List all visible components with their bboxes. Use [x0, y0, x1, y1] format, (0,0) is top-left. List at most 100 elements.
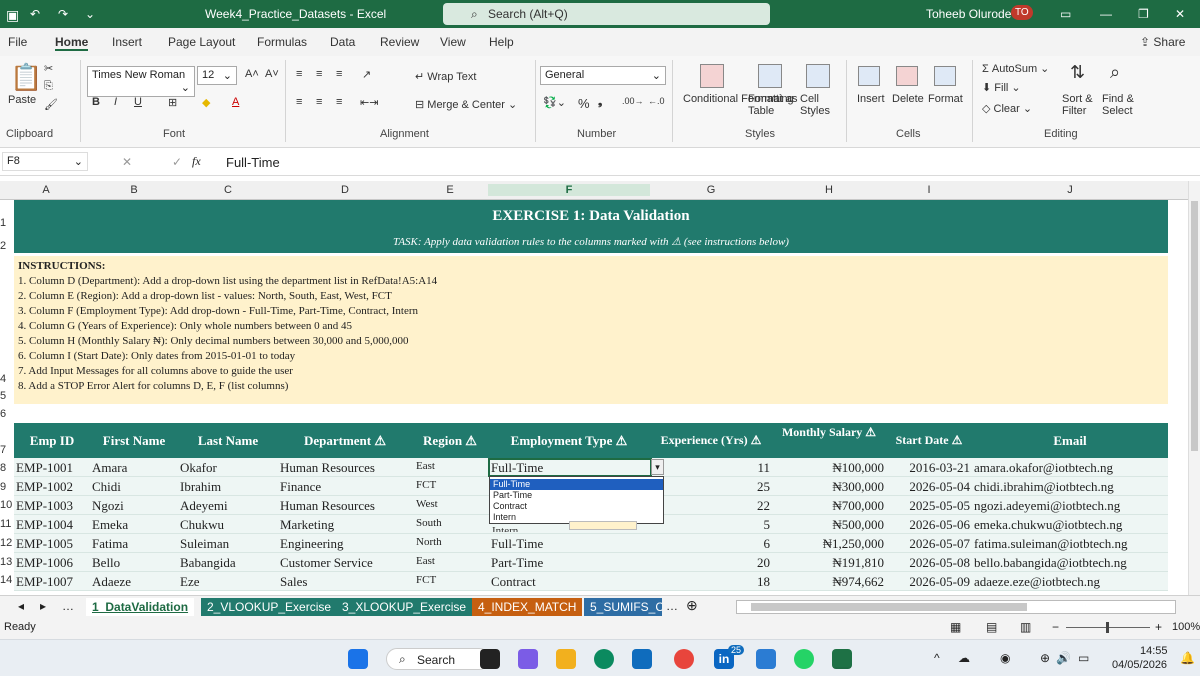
row-header-9[interactable]: 9: [0, 481, 12, 493]
name-box[interactable]: F8 ⌄: [2, 152, 88, 171]
cell-start-date[interactable]: 2016-03-21: [886, 460, 970, 476]
chrome-icon[interactable]: [674, 649, 694, 669]
align-top-icon[interactable]: ≡: [296, 68, 302, 80]
col-header-h[interactable]: H: [772, 184, 886, 196]
italic-button[interactable]: I: [114, 96, 117, 108]
header-monthly-salary[interactable]: Monthly Salary ⚠: [772, 423, 886, 458]
cell-first-name[interactable]: Fatima: [92, 536, 178, 552]
cell-email[interactable]: ngozi.adeyemi@iotbtech.ng: [974, 498, 1168, 514]
decrease-decimal-icon[interactable]: ←.0: [648, 96, 665, 106]
cell-start-date[interactable]: 2026-05-04: [886, 479, 970, 495]
cell-experience[interactable]: 25: [650, 479, 770, 495]
cell-first-name[interactable]: Chidi: [92, 479, 178, 495]
clock-date[interactable]: 04/05/2026: [1112, 659, 1167, 671]
tab-home[interactable]: Home: [55, 35, 89, 51]
font-color-icon[interactable]: A: [232, 96, 239, 108]
row-header-1[interactable]: 1: [0, 217, 12, 229]
col-header-b[interactable]: B: [90, 184, 178, 196]
cancel-icon[interactable]: ✕: [122, 155, 132, 169]
tab-help[interactable]: Help: [489, 35, 514, 49]
battery-icon[interactable]: ▭: [1078, 651, 1089, 665]
autosum-button[interactable]: Σ AutoSum ⌄: [982, 62, 1049, 75]
cell-email[interactable]: amara.okafor@iotbtech.ng: [974, 460, 1168, 476]
cell-experience[interactable]: 18: [650, 574, 770, 590]
cell-experience[interactable]: 20: [650, 555, 770, 571]
cell-first-name[interactable]: Emeka: [92, 517, 178, 533]
cell-email[interactable]: emeka.chukwu@iotbtech.ng: [974, 517, 1168, 533]
taskbar-search[interactable]: ⌕ Search: [386, 648, 490, 670]
cell-department[interactable]: Human Resources: [280, 498, 412, 514]
dropdown-option-contract[interactable]: Contract: [490, 501, 663, 512]
cell-emp-id[interactable]: EMP-1004: [16, 517, 90, 533]
tray-overflow-icon[interactable]: ^: [934, 651, 940, 665]
zoom-level[interactable]: 100%: [1172, 621, 1200, 633]
file-explorer-icon[interactable]: [556, 649, 576, 669]
row-header-4[interactable]: 4: [0, 373, 12, 385]
customize-icon[interactable]: ⌄: [85, 7, 95, 21]
clear-button[interactable]: ◇ Clear ⌄: [982, 102, 1032, 115]
font-name-select[interactable]: Times New Roman ⌄: [87, 66, 195, 97]
cell-emp-id[interactable]: EMP-1006: [16, 555, 90, 571]
dropdown-arrow-button[interactable]: ▾: [651, 459, 664, 475]
close-icon[interactable]: ✕: [1175, 7, 1185, 21]
merge-center-button[interactable]: ⊟ Merge & Center ⌄: [415, 98, 517, 111]
row-header-11[interactable]: 11: [0, 518, 14, 530]
orientation-icon[interactable]: ↗: [362, 68, 371, 81]
cell-region[interactable]: West: [416, 498, 488, 510]
page-break-view-icon[interactable]: ▥: [1020, 620, 1031, 634]
cell-employment-type[interactable]: Contract: [491, 574, 650, 590]
cell-department[interactable]: Sales: [280, 574, 412, 590]
format-button[interactable]: Format: [928, 93, 963, 105]
windows-start-icon[interactable]: [348, 649, 368, 669]
align-left-icon[interactable]: ≡: [296, 96, 302, 108]
cell-emp-id[interactable]: EMP-1002: [16, 479, 90, 495]
tab-formulas[interactable]: Formulas: [257, 35, 307, 49]
user-name[interactable]: Toheeb Olurode: [926, 7, 1011, 21]
currency-icon[interactable]: 💱⌄: [543, 96, 566, 109]
avatar[interactable]: TO: [1011, 5, 1033, 20]
number-format-select[interactable]: General ⌄: [540, 66, 666, 85]
cell-region[interactable]: FCT: [416, 574, 488, 586]
cell-monthly-salary[interactable]: ₦300,000: [772, 479, 884, 495]
excel-taskbar-icon[interactable]: [832, 649, 852, 669]
header-start-date[interactable]: Start Date ⚠: [886, 423, 972, 458]
paste-icon[interactable]: 📋: [10, 62, 42, 93]
cell-monthly-salary[interactable]: ₦100,000: [772, 460, 884, 476]
copy-icon[interactable]: ⎘: [44, 80, 53, 93]
header-first-name[interactable]: First Name: [90, 423, 178, 458]
header-email[interactable]: Email: [972, 423, 1168, 458]
tray-app-icon[interactable]: ☁: [958, 651, 970, 665]
align-right-icon[interactable]: ≡: [336, 96, 342, 108]
network-icon[interactable]: ⊕: [1040, 651, 1050, 665]
cell-department[interactable]: Human Resources: [280, 460, 412, 476]
cell-region[interactable]: FCT: [416, 479, 488, 491]
cell-experience[interactable]: 6: [650, 536, 771, 552]
sheet-tab-4[interactable]: 4_INDEX_MATCH: [472, 598, 583, 616]
sheet-tab-5[interactable]: 5_SUMIFS_CO: [584, 598, 662, 616]
row-header-12[interactable]: 12: [0, 537, 14, 549]
tab-page-layout[interactable]: Page Layout: [168, 35, 235, 49]
redo-icon[interactable]: ↷: [58, 7, 68, 21]
horizontal-scroll-thumb[interactable]: [751, 603, 1027, 611]
tab-review[interactable]: Review: [380, 35, 419, 49]
borders-icon[interactable]: ⊞: [168, 96, 177, 109]
more-sheets-icon[interactable]: …: [666, 599, 678, 613]
header-last-name[interactable]: Last Name: [178, 423, 278, 458]
cell-last-name[interactable]: Adeyemi: [180, 498, 278, 514]
page-layout-view-icon[interactable]: ▤: [986, 620, 997, 634]
fill-color-icon[interactable]: ◆: [202, 96, 210, 109]
col-header-c[interactable]: C: [178, 184, 278, 196]
col-header-f[interactable]: F: [488, 184, 650, 196]
cell-last-name[interactable]: Okafor: [180, 460, 278, 476]
align-middle-icon[interactable]: ≡: [316, 68, 322, 80]
col-header-j[interactable]: J: [972, 184, 1168, 196]
align-bottom-icon[interactable]: ≡: [336, 68, 342, 80]
dropdown-option-part-time[interactable]: Part-Time: [490, 490, 663, 501]
cell-email[interactable]: fatima.suleiman@iotbtech.ng: [974, 536, 1168, 552]
underline-button[interactable]: U: [134, 96, 142, 108]
find-select-button[interactable]: Find & Select: [1102, 93, 1144, 117]
cell-first-name[interactable]: Adaeze: [92, 574, 178, 590]
sheet-tab-1[interactable]: 1_DataValidation: [86, 598, 195, 616]
edge-icon[interactable]: [594, 649, 614, 669]
search-box[interactable]: ⌕ Search (Alt+Q): [443, 3, 770, 25]
